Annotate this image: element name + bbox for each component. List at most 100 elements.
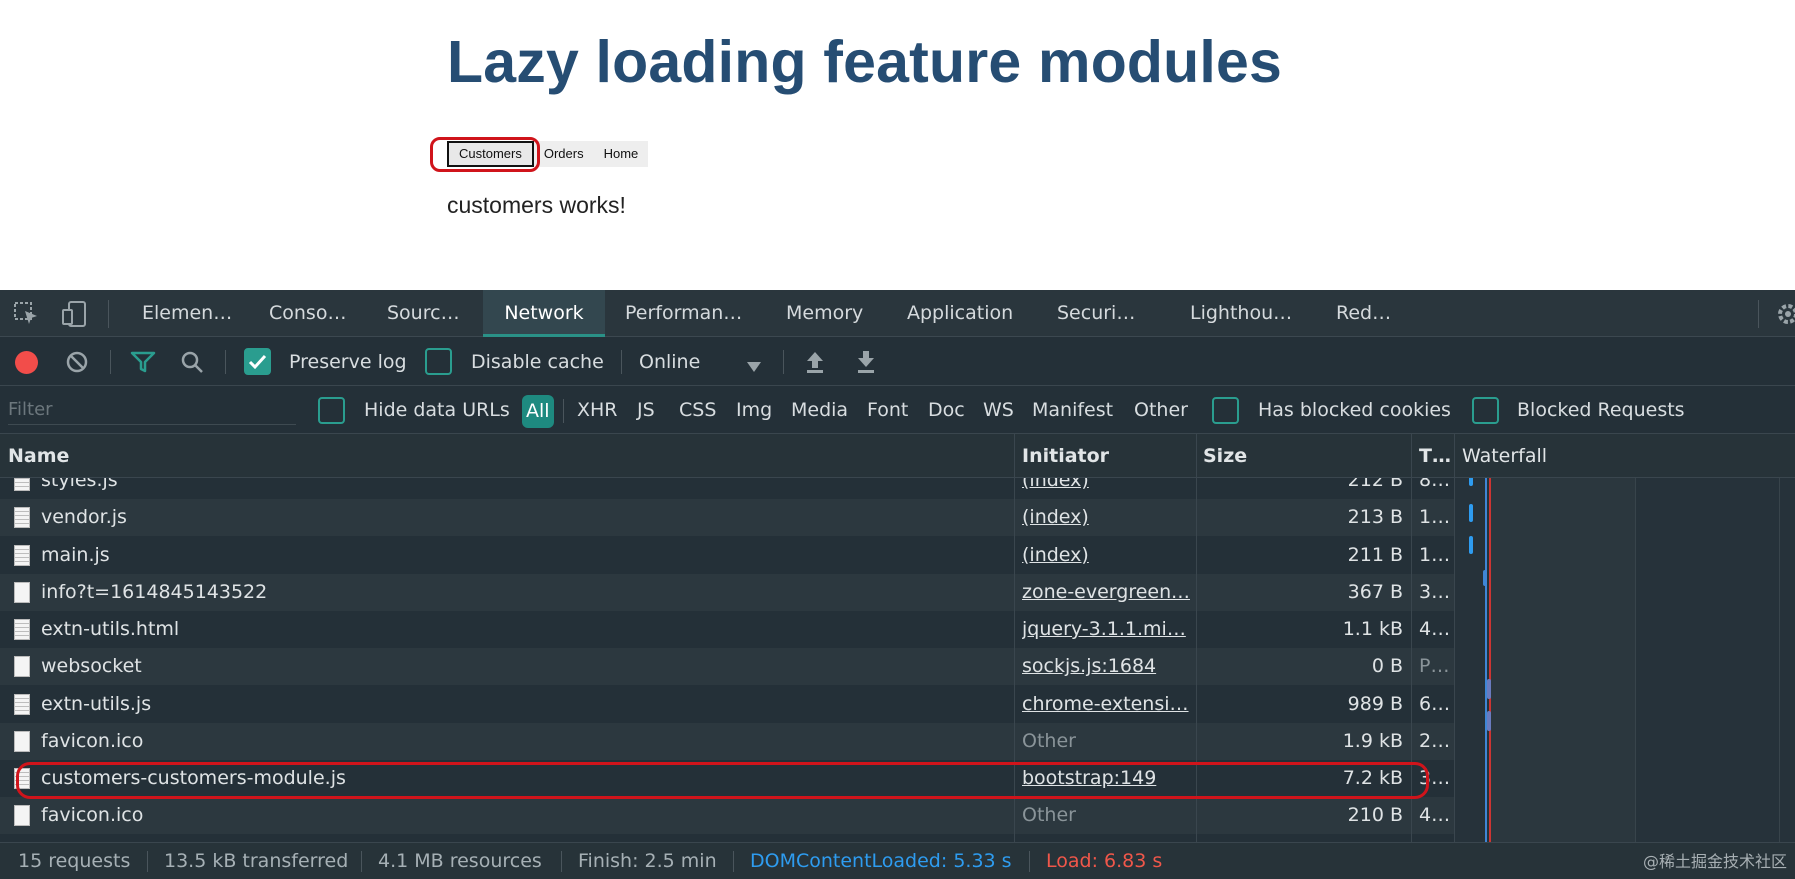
waterfall-divider (1779, 478, 1780, 842)
chevron-down-icon[interactable] (747, 357, 761, 372)
document-file-icon (14, 581, 30, 603)
filter-type-font[interactable]: Font (867, 387, 908, 434)
inspect-element-icon[interactable] (14, 302, 40, 326)
filter-type-xhr[interactable]: XHR (577, 387, 618, 434)
request-initiator[interactable]: (index) (1022, 478, 1190, 499)
hide-data-urls-checkbox[interactable] (318, 397, 345, 424)
table-row[interactable]: styles.js (index) 212 B 8… (0, 478, 1454, 499)
table-row[interactable]: vendor.js (index) 213 B 1… (0, 499, 1454, 537)
script-file-icon (14, 478, 30, 491)
request-name[interactable]: info?t=1614845143522 (41, 574, 1001, 611)
request-size: 213 B (1347, 506, 1403, 529)
script-file-icon (14, 619, 30, 640)
waterfall-divider (1635, 478, 1636, 842)
tab-performance[interactable]: Performan… (625, 290, 742, 337)
tab-lighthouse[interactable]: Lighthou… (1190, 290, 1292, 337)
request-name[interactable]: websocket (41, 648, 1001, 685)
tab-redux[interactable]: Red… (1336, 290, 1391, 337)
column-header-waterfall[interactable]: Waterfall (1462, 434, 1547, 478)
nav-home-button[interactable]: Home (593, 141, 649, 167)
table-row[interactable]: info?t=1614845143522 zone-evergreen.… 367 … (0, 573, 1454, 611)
request-size: 1.9 kB (1342, 729, 1403, 752)
devtools-tab-bar: Elemen… Conso… Sourc… Network Performan…… (0, 290, 1795, 337)
request-initiator[interactable]: jquery-3.1.1.mi… (1022, 611, 1190, 648)
table-row[interactable]: main.js (index) 211 B 1… (0, 536, 1454, 574)
import-har-upload-icon[interactable] (804, 350, 826, 374)
blocked-requests-checkbox[interactable] (1472, 397, 1499, 424)
filter-type-ws[interactable]: WS (983, 387, 1014, 434)
status-dom-content-loaded: DOMContentLoaded: 5.33 s (750, 850, 1012, 872)
request-name[interactable]: styles.js (41, 478, 1001, 499)
record-icon[interactable] (15, 351, 38, 374)
filter-funnel-icon[interactable] (130, 351, 156, 373)
request-name[interactable]: extn-utils.js (41, 686, 1001, 723)
request-name[interactable]: vendor.js (41, 499, 1001, 536)
dom-content-loaded-marker (1485, 478, 1487, 842)
settings-gear-icon[interactable] (1776, 302, 1795, 326)
status-finish: Finish: 2.5 min (578, 850, 717, 872)
device-toolbar-icon[interactable] (60, 300, 88, 328)
filter-type-css[interactable]: CSS (679, 387, 716, 434)
filter-type-doc[interactable]: Doc (928, 387, 965, 434)
request-time: 1… (1419, 543, 1451, 566)
request-initiator[interactable]: (index) (1022, 537, 1190, 574)
request-time: 4… (1419, 804, 1451, 827)
request-initiator[interactable]: zone-evergreen.… (1022, 574, 1190, 611)
filter-type-all[interactable]: All (522, 395, 554, 428)
column-header-time[interactable]: T… (1419, 434, 1451, 478)
tab-application[interactable]: Application (907, 290, 1013, 337)
request-name[interactable]: favicon.ico (41, 797, 1001, 834)
request-initiator[interactable]: sockjs.js:1684 (1022, 648, 1190, 685)
tab-memory[interactable]: Memory (786, 290, 863, 337)
watermark-text: @稀土掘金技术社区 (1642, 852, 1787, 871)
table-row[interactable]: extn-utils.js chrome-extensi… 989 B 6… (0, 685, 1454, 723)
request-time: 1… (1419, 506, 1451, 529)
column-header-size[interactable]: Size (1203, 434, 1247, 478)
waterfall-bar (1469, 478, 1473, 486)
column-header-name[interactable]: Name (8, 434, 69, 478)
request-name[interactable]: main.js (41, 537, 1001, 574)
column-header-initiator[interactable]: Initiator (1022, 434, 1109, 478)
table-row[interactable]: extn-utils.html jquery-3.1.1.mi… 1.1 kB 4… (0, 611, 1454, 648)
filter-type-img[interactable]: Img (736, 387, 772, 434)
request-size: 211 B (1347, 543, 1403, 566)
hide-data-urls-label: Hide data URLs (364, 399, 510, 421)
export-har-download-icon[interactable] (855, 350, 877, 374)
has-blocked-cookies-checkbox[interactable] (1212, 397, 1239, 424)
document-file-icon (14, 656, 30, 678)
filter-input[interactable] (8, 395, 296, 425)
disable-cache-checkbox[interactable] (425, 348, 452, 375)
preserve-log-checkbox[interactable] (244, 348, 271, 375)
tab-network[interactable]: Network (483, 290, 605, 337)
search-icon[interactable] (180, 350, 204, 374)
status-resources: 4.1 MB resources (378, 850, 542, 872)
disable-cache-label: Disable cache (471, 351, 604, 373)
table-row[interactable]: websocket sockjs.js:1684 0 B P… (0, 648, 1454, 686)
request-time: 4… (1419, 618, 1451, 640)
nav-orders-button[interactable]: Orders (533, 141, 594, 167)
script-file-icon (14, 507, 30, 529)
clear-icon[interactable] (66, 351, 88, 373)
filter-type-other[interactable]: Other (1134, 387, 1188, 434)
throttling-select[interactable]: Online (639, 338, 700, 386)
filter-type-manifest[interactable]: Manifest (1032, 387, 1113, 434)
filter-type-js[interactable]: JS (637, 387, 655, 434)
page-content: customers works! (447, 192, 626, 218)
request-initiator[interactable]: chrome-extensi… (1022, 686, 1190, 723)
tab-elements[interactable]: Elemen… (142, 290, 232, 337)
request-name[interactable]: favicon.ico (41, 723, 1001, 760)
table-row[interactable]: favicon.ico Other 1.9 kB 2… (0, 722, 1454, 760)
table-row[interactable]: favicon.ico Other 210 B 4… (0, 797, 1454, 835)
request-size: 367 B (1347, 580, 1403, 603)
request-size: 1.1 kB (1342, 618, 1403, 640)
request-name[interactable]: extn-utils.html (41, 611, 1001, 648)
tab-console[interactable]: Conso… (269, 290, 346, 337)
filter-type-media[interactable]: Media (791, 387, 848, 434)
request-initiator[interactable]: (index) (1022, 499, 1190, 536)
request-size: 210 B (1347, 804, 1403, 827)
request-time: 6… (1419, 692, 1451, 715)
tab-sources[interactable]: Sourc… (387, 290, 460, 337)
tab-security[interactable]: Securi… (1057, 290, 1135, 337)
request-time: 8… (1419, 478, 1451, 491)
customers-module-row-highlight (16, 762, 1429, 799)
